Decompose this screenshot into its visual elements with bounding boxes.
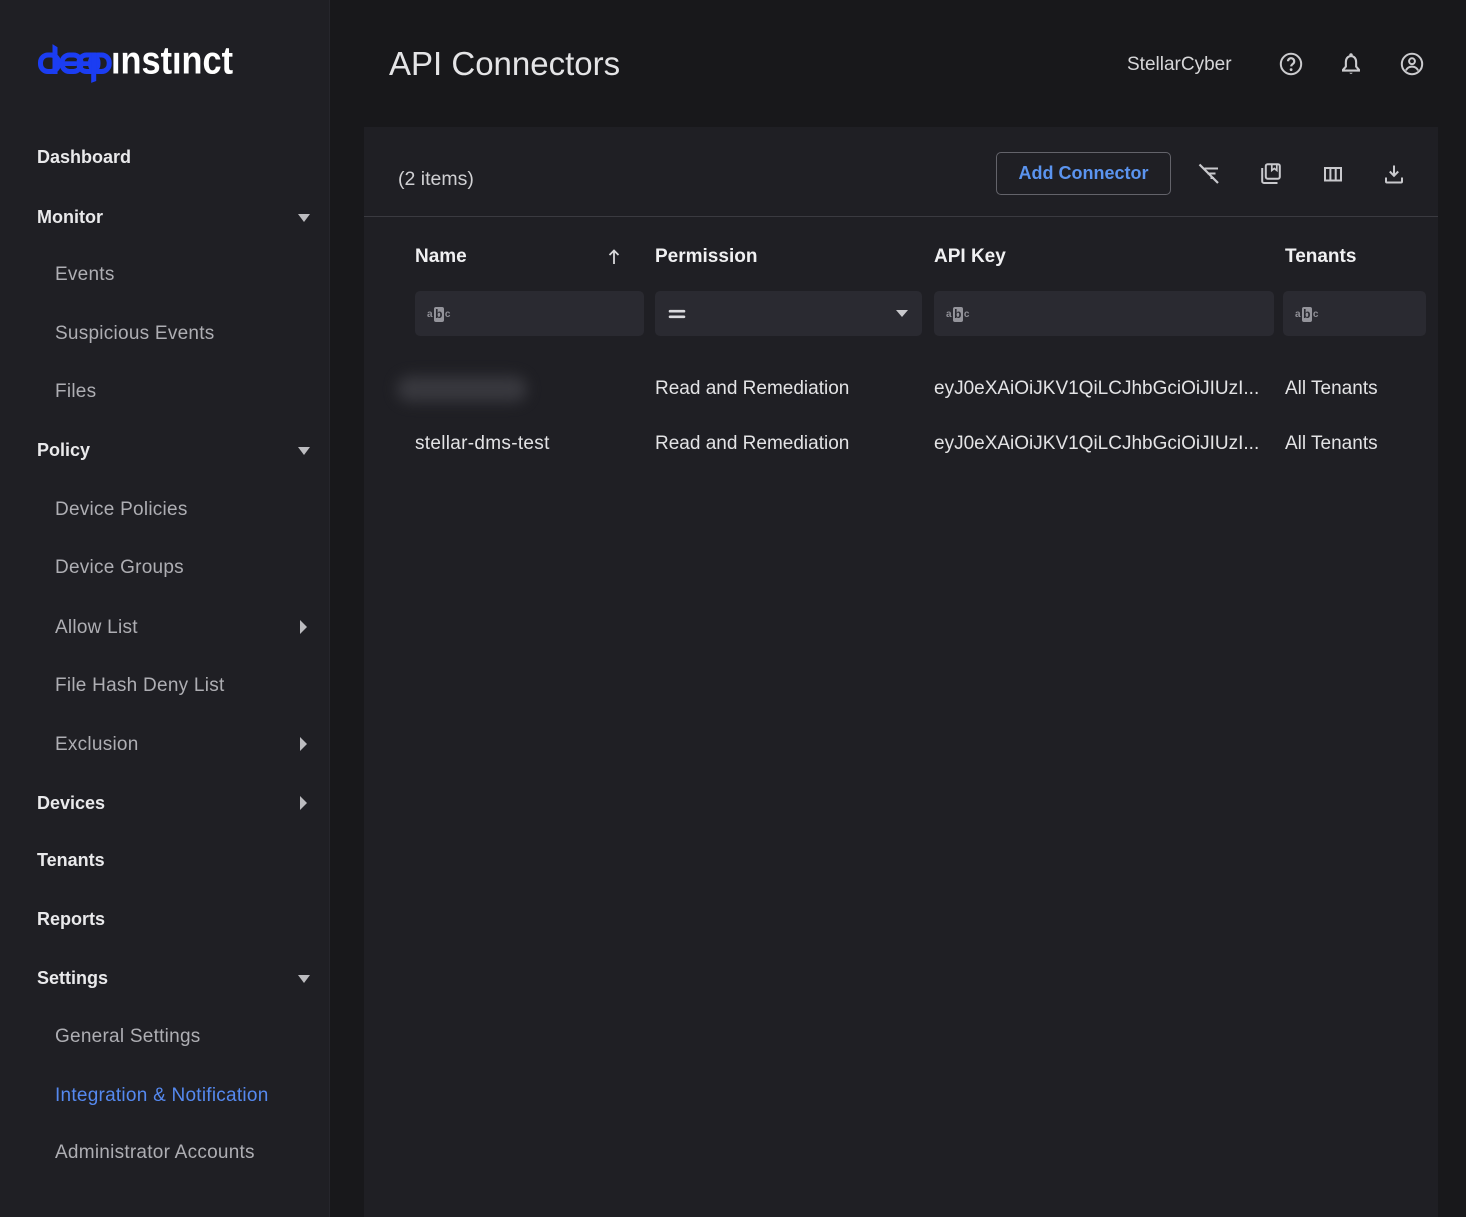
- svg-text:ınstınct: ınstınct: [111, 40, 233, 83]
